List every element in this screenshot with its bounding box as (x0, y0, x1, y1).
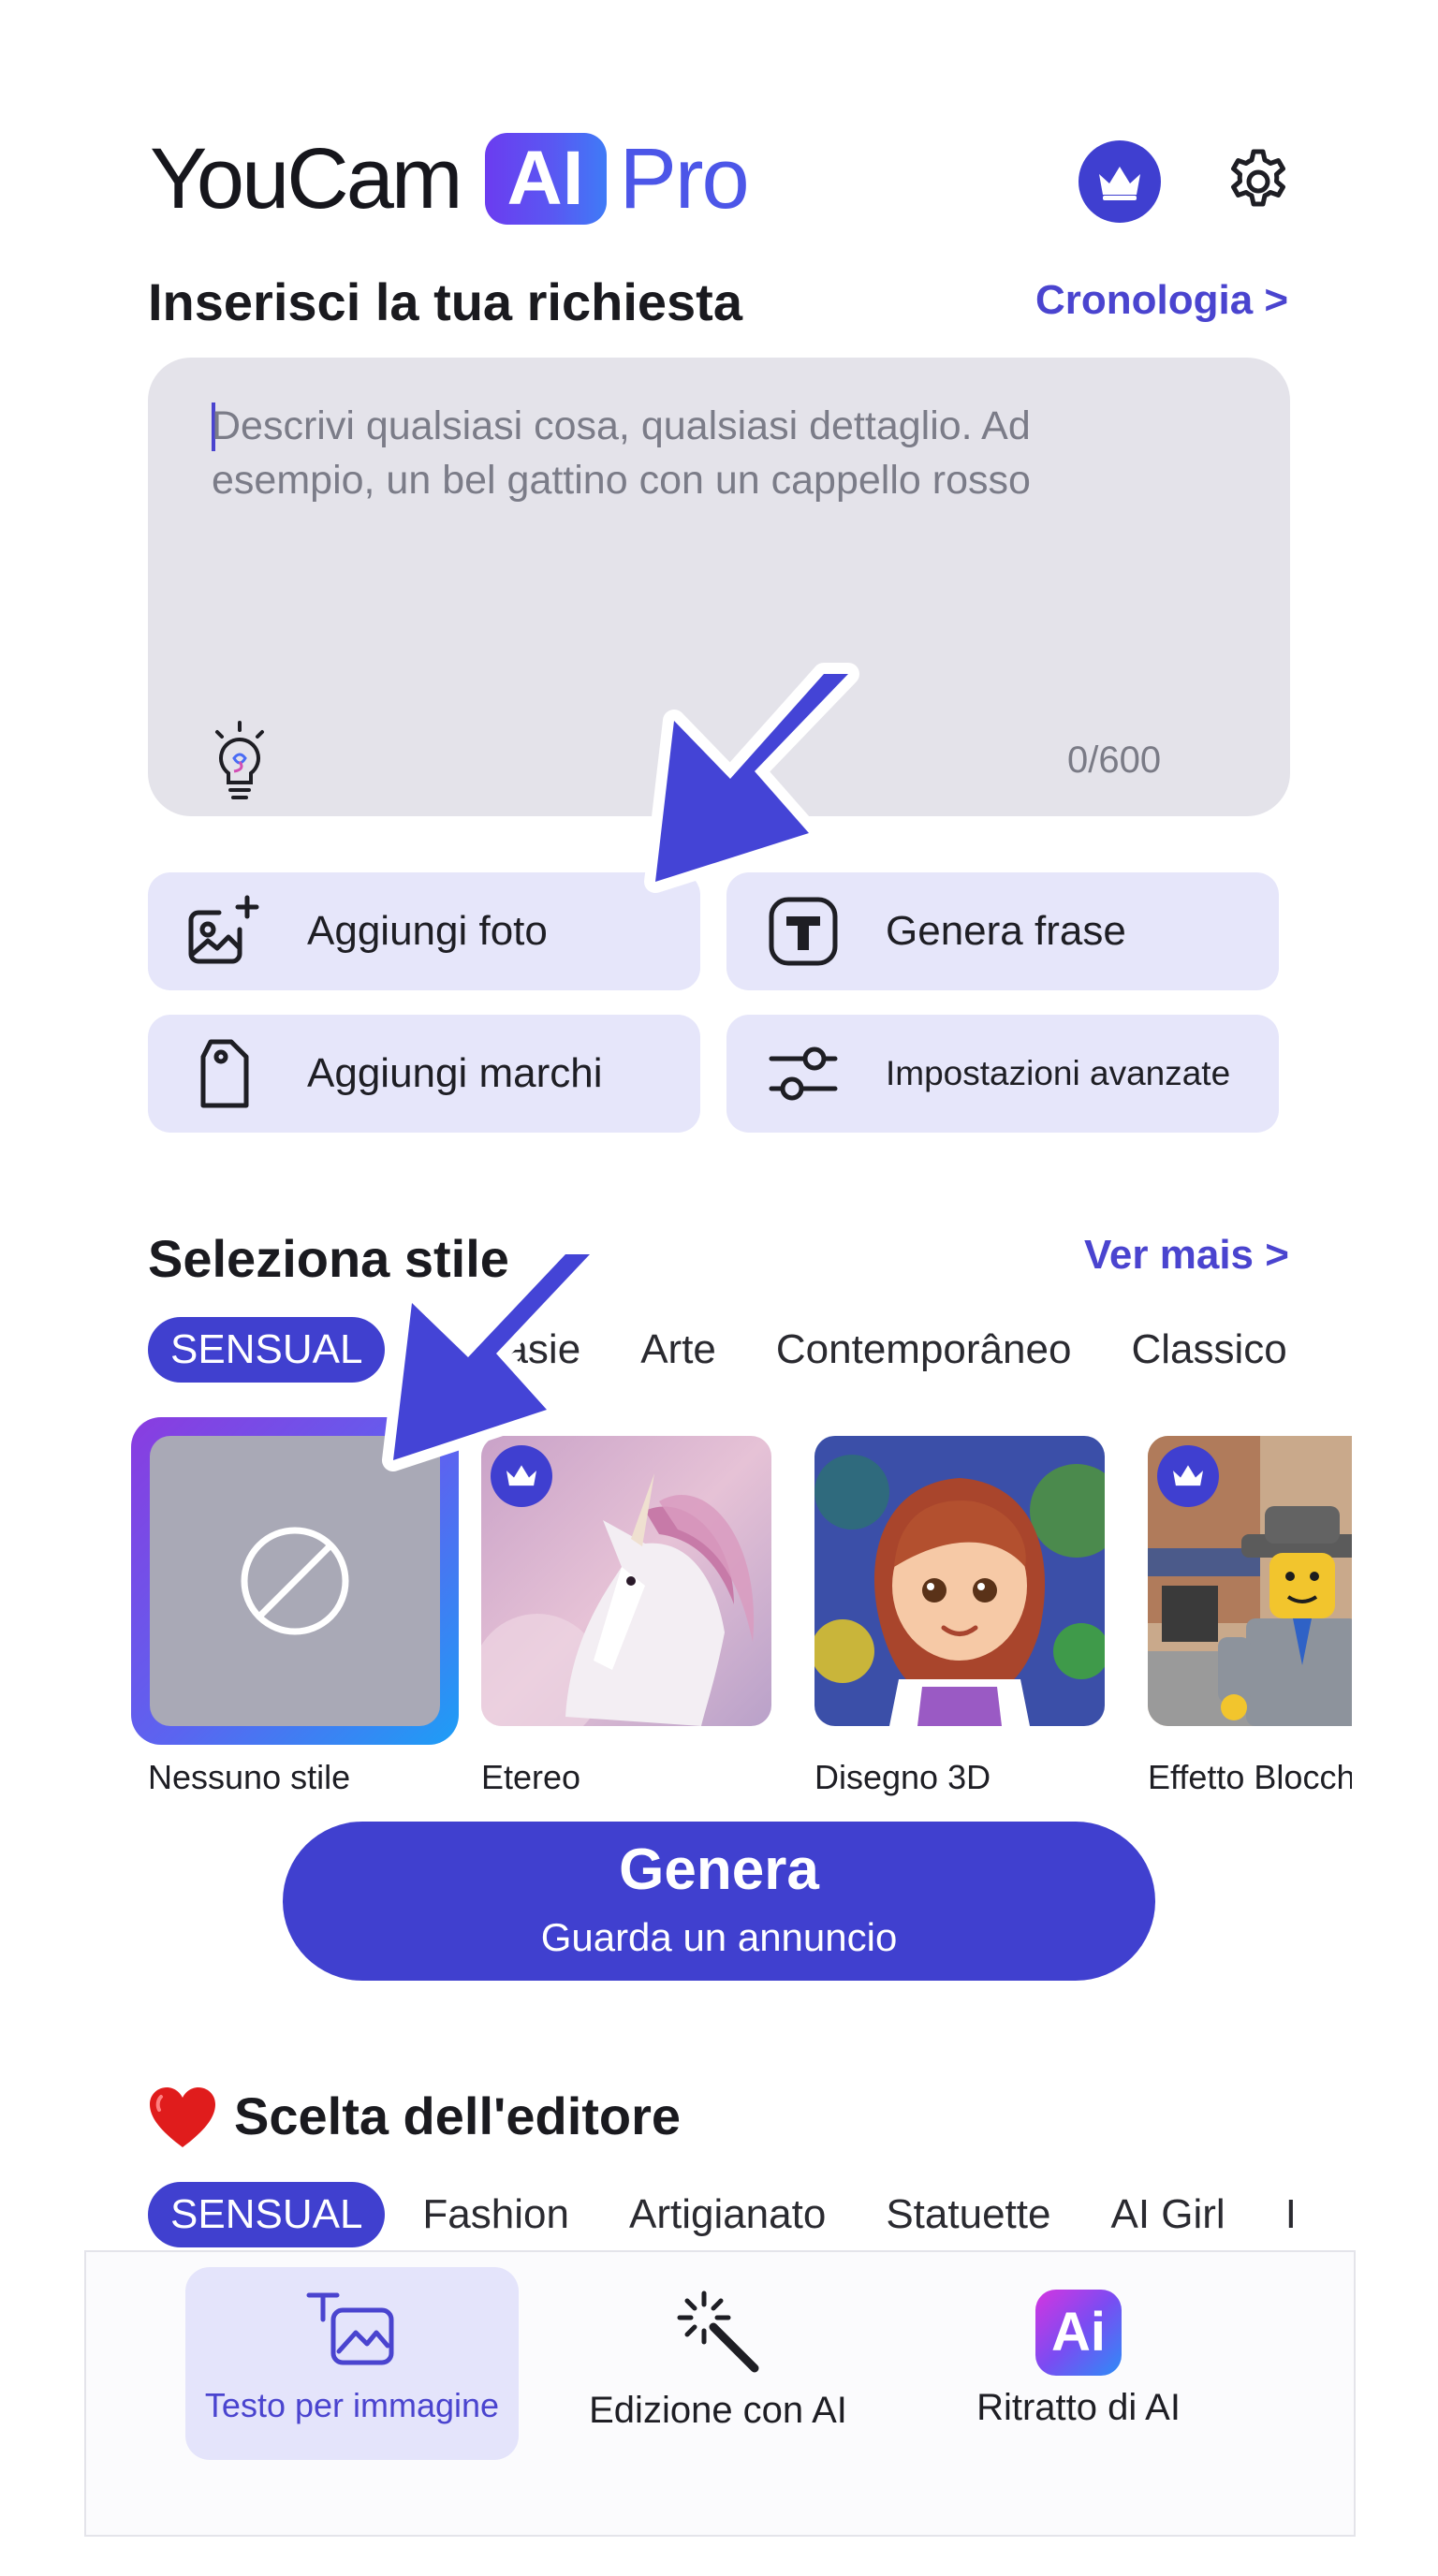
arrow-to-add-photo (644, 663, 859, 893)
arrow-to-no-style (382, 1243, 601, 1471)
annotation-arrows (382, 663, 859, 1471)
